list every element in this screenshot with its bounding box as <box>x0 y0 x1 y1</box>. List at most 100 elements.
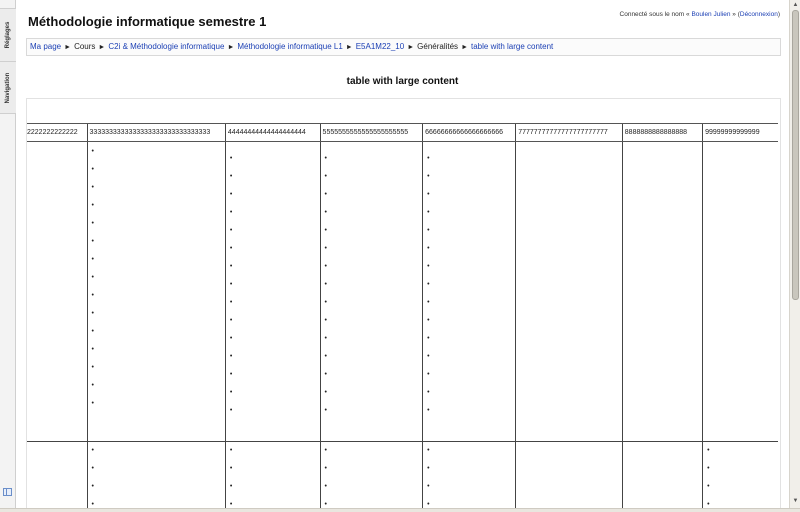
breadcrumb-separator-icon: ► <box>345 44 353 51</box>
breadcrumb-separator-icon: ► <box>98 44 106 51</box>
list-item: • <box>229 335 233 342</box>
breadcrumb-separator-icon: ► <box>64 44 72 51</box>
list-item: • <box>707 483 710 490</box>
user-profile-link[interactable]: Boulen Julien <box>691 11 730 18</box>
list-item: • <box>427 447 430 454</box>
scroll-up-arrow-icon[interactable]: ▲ <box>791 1 800 10</box>
breadcrumb-item[interactable]: Méthodologie informatique L1 <box>237 42 342 51</box>
bullet-list: • • • • • • • • • • • • • • • <box>423 142 515 420</box>
list-item: • <box>91 274 94 281</box>
table-column-header: 3333333333333333333333333333333 <box>86 123 226 142</box>
list-item: • <box>91 447 94 454</box>
list-item: • <box>229 299 233 306</box>
list-item: • <box>324 447 327 454</box>
breadcrumb-item[interactable]: table with large content <box>471 42 553 51</box>
table-cell <box>515 441 623 512</box>
list-item: • <box>229 191 233 198</box>
scroll-thumb[interactable] <box>792 10 799 300</box>
breadcrumb-item: Cours <box>74 42 96 51</box>
logout-link[interactable]: Déconnexion <box>740 11 778 18</box>
table-cell <box>27 141 88 442</box>
list-item: • <box>91 328 94 335</box>
bullet-list: • • • • <box>321 442 423 512</box>
window-bottom-strip <box>0 508 800 512</box>
list-item: • <box>91 148 94 155</box>
list-item: • <box>427 353 430 360</box>
list-item: • <box>427 209 430 216</box>
list-item: • <box>91 310 94 317</box>
list-item: • <box>229 173 233 180</box>
login-mid: » ( <box>732 11 740 18</box>
table-cell: • • • • • • • • • • • • • • • <box>422 141 516 442</box>
sidebar-tab-reglages[interactable]: Réglages <box>0 8 16 62</box>
list-item: • <box>427 155 430 162</box>
left-dock-sidebar: Réglages Navigation <box>0 0 16 512</box>
list-item: • <box>91 256 94 263</box>
table-cell <box>702 141 778 442</box>
list-item: • <box>229 389 233 396</box>
list-item: • <box>707 465 710 472</box>
sidebar-tab-reglages-label: Réglages <box>5 21 11 49</box>
content-box: 2222222222222 333333333333333333333333333… <box>26 98 781 512</box>
list-item: • <box>427 227 430 234</box>
list-item: • <box>427 173 430 180</box>
list-item: • <box>427 263 430 270</box>
login-info: Connecté sous le nom « Boulen Julien » (… <box>620 11 780 18</box>
list-item: • <box>427 317 430 324</box>
scroll-down-arrow-icon[interactable]: ▼ <box>791 497 800 506</box>
list-item: • <box>427 389 430 396</box>
list-item: • <box>229 245 233 252</box>
list-item: • <box>91 184 94 191</box>
list-item: • <box>91 292 94 299</box>
breadcrumb-item[interactable]: Ma page <box>30 42 61 51</box>
vertical-scrollbar[interactable]: ▲ ▼ <box>789 0 800 512</box>
list-item: • <box>427 371 430 378</box>
list-item: • <box>91 382 94 389</box>
list-item: • <box>324 191 327 198</box>
table-row: • • • • • • • • • • • • • • • • • • • • • • • • • • • • • • • • • • • • • • • •… <box>27 141 778 442</box>
breadcrumb-separator-icon: ► <box>407 44 415 51</box>
list-item: • <box>427 483 430 490</box>
table-cell: • • • • <box>224 441 321 512</box>
list-item: • <box>427 191 430 198</box>
bullet-list: • • • • <box>88 442 225 512</box>
sidebar-tab-navigation-label: Navigation <box>5 72 11 103</box>
table-cell: • • • • • • • • • • • • • • • <box>319 141 423 442</box>
list-item: • <box>427 335 430 342</box>
list-item: • <box>324 299 327 306</box>
list-item: • <box>229 353 233 360</box>
list-item: • <box>324 227 327 234</box>
list-item: • <box>91 220 94 227</box>
list-item: • <box>91 202 94 209</box>
list-item: • <box>91 465 94 472</box>
list-item: • <box>324 173 327 180</box>
list-item: • <box>324 371 327 378</box>
list-item: • <box>427 299 430 306</box>
login-suffix: ) <box>777 11 780 18</box>
list-item: • <box>229 407 233 414</box>
table-cell <box>27 442 87 512</box>
section-heading: table with large content <box>346 76 459 87</box>
list-item: • <box>324 407 327 414</box>
table-cell: • • • • <box>86 441 226 512</box>
breadcrumb-item[interactable]: E5A1M22_10 <box>356 42 404 51</box>
list-item: • <box>229 465 233 472</box>
table-column-header: 99999999999999 <box>702 123 778 142</box>
dock-panel-icon[interactable] <box>3 488 12 496</box>
list-item: • <box>324 155 327 162</box>
page-title: Méthodologie informatique semestre 1 <box>28 14 267 29</box>
table-body: • • • • • • • • • • • • • • • • • • • • • • • • • • • • • • • • • • • • • • • •… <box>27 141 778 512</box>
breadcrumb-item[interactable]: C2i & Méthodologie informatique <box>108 42 224 51</box>
sidebar-tab-navigation[interactable]: Navigation <box>0 62 16 114</box>
list-item: • <box>324 335 327 342</box>
list-item: • <box>427 245 430 252</box>
table-cell <box>621 141 703 442</box>
list-item: • <box>229 371 233 378</box>
list-item: • <box>324 263 327 270</box>
list-item: • <box>229 281 233 288</box>
table-row: • • • • • • • • • • • • • • • • • • • • <box>27 441 778 512</box>
list-item: • <box>91 166 94 173</box>
list-item: • <box>229 317 233 324</box>
list-item: • <box>229 263 233 270</box>
bullet-list: • • • • • • • • • • • • • • • <box>226 142 320 420</box>
